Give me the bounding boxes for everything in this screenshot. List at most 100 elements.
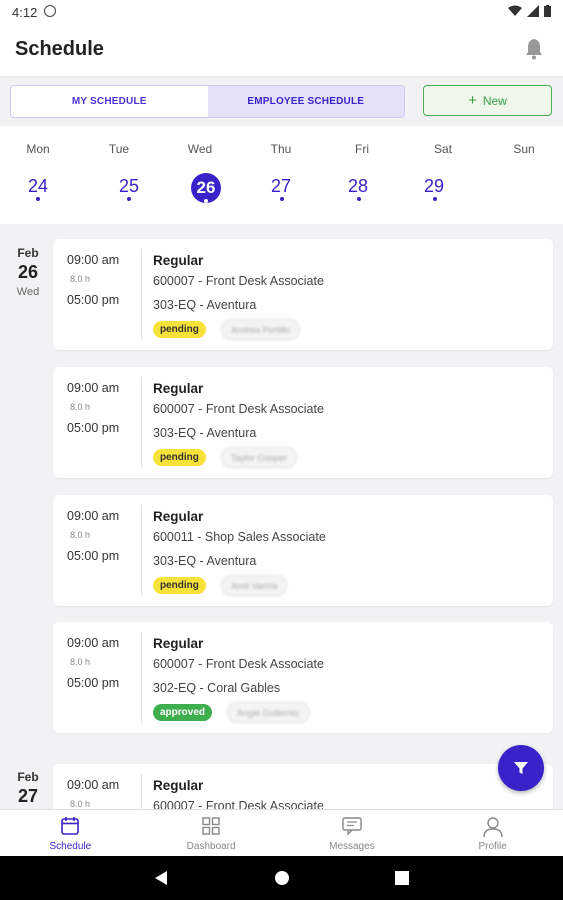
day-name: Mon bbox=[26, 142, 50, 156]
status-indicators bbox=[508, 5, 551, 17]
divider bbox=[141, 505, 142, 596]
calendar-icon bbox=[61, 817, 80, 835]
assignee-chip: Angie Gutierrez bbox=[227, 702, 310, 723]
shift-duration: 8.0 h bbox=[70, 657, 91, 667]
status-badge: pending bbox=[153, 449, 206, 466]
shift-location: 303-EQ - Aventura bbox=[153, 554, 257, 568]
shift-duration: 8.0 h bbox=[70, 274, 91, 284]
wifi-icon bbox=[508, 5, 522, 16]
schedule-tabs: MY SCHEDULE EMPLOYEE SCHEDULE bbox=[10, 85, 405, 118]
shift-type: Regular bbox=[153, 253, 204, 268]
home-icon[interactable] bbox=[274, 870, 290, 886]
shift-end-time: 05:00 pm bbox=[67, 549, 120, 563]
day-number: 29 bbox=[423, 176, 445, 196]
nav-label: Messages bbox=[329, 841, 375, 852]
shift-duration: 8.0 h bbox=[70, 402, 91, 412]
nav-dashboard[interactable]: Dashboard bbox=[141, 810, 282, 857]
shift-list[interactable]: Feb 26 Wed 09:00 am 8.0 h 05:00 pm Regul… bbox=[0, 224, 563, 809]
shift-position: 600007 - Front Desk Associate bbox=[153, 402, 324, 416]
nav-messages[interactable]: Messages bbox=[282, 810, 423, 857]
shift-position: 600007 - Front Desk Associate bbox=[153, 799, 324, 809]
day-event-dot bbox=[280, 197, 284, 201]
shift-type: Regular bbox=[153, 778, 204, 793]
new-button-label: New bbox=[482, 93, 507, 108]
day-name: Tue bbox=[108, 142, 130, 156]
status-badge: pending bbox=[153, 577, 206, 594]
recents-icon[interactable] bbox=[395, 871, 409, 885]
shift-type: Regular bbox=[153, 381, 204, 396]
date-group-header: Feb 26 Wed bbox=[8, 246, 48, 298]
date-day: 26 bbox=[17, 262, 39, 282]
system-nav-bar bbox=[0, 856, 563, 900]
shift-end-time: 05:00 pm bbox=[67, 421, 120, 435]
date-month: Feb bbox=[17, 770, 39, 784]
day-event-dot bbox=[357, 197, 361, 201]
bell-icon[interactable] bbox=[524, 38, 544, 60]
page-title: Schedule bbox=[15, 38, 104, 60]
shift-card[interactable]: 09:00 am 8.0 h 05:00 pm Regular 600007 -… bbox=[53, 367, 553, 478]
shift-start-time: 09:00 am bbox=[67, 509, 120, 523]
shift-duration: 8.0 h bbox=[70, 530, 91, 540]
week-strip: Mon 24 Tue 25 Wed 26 Thu 27 Fri 28 Sat 2… bbox=[0, 126, 563, 340]
signal-icon bbox=[527, 5, 539, 17]
tab-my-schedule[interactable]: MY SCHEDULE bbox=[11, 86, 208, 117]
nav-profile[interactable]: Profile bbox=[422, 810, 563, 857]
shift-location: 302-EQ - Coral Gables bbox=[153, 681, 281, 695]
shift-start-time: 09:00 am bbox=[67, 253, 120, 267]
divider bbox=[141, 774, 142, 809]
shift-location: 303-EQ - Aventura bbox=[153, 298, 257, 312]
date-month: Feb bbox=[17, 246, 39, 260]
day-event-dot bbox=[433, 197, 437, 201]
assignee-chip: Amit Varma bbox=[221, 575, 288, 596]
app-header: Schedule bbox=[0, 24, 563, 76]
day-name: Sat bbox=[433, 142, 452, 156]
day-name: Sun bbox=[513, 142, 535, 156]
divider bbox=[141, 632, 142, 723]
nav-label: Schedule bbox=[49, 841, 92, 852]
shift-type: Regular bbox=[153, 636, 204, 651]
bottom-nav: Schedule Dashboard Messages Profile bbox=[0, 809, 563, 857]
shift-duration: 8.0 h bbox=[70, 799, 91, 809]
filter-button[interactable] bbox=[498, 745, 544, 791]
assignee-chip: Taylor Cooper bbox=[221, 447, 298, 468]
dashboard-icon bbox=[202, 817, 220, 835]
shift-position: 600007 - Front Desk Associate bbox=[153, 274, 324, 288]
date-group-header: Feb 27 bbox=[8, 770, 48, 807]
day-number: 27 bbox=[270, 176, 292, 196]
assignee-chip: Andrea Portillo bbox=[221, 319, 301, 340]
day-number: 24 bbox=[27, 176, 49, 196]
app-notification-icon bbox=[44, 5, 56, 17]
day-number: 28 bbox=[347, 176, 369, 196]
day-event-dot bbox=[36, 197, 40, 201]
shift-start-time: 09:00 am bbox=[67, 636, 120, 650]
shift-location: 303-EQ - Aventura bbox=[153, 426, 257, 440]
day-event-dot bbox=[127, 197, 131, 201]
shift-start-time: 09:00 am bbox=[67, 778, 120, 792]
shift-card[interactable]: 09:00 am 8.0 h Regular 600007 - Front De… bbox=[53, 764, 553, 809]
nav-label: Dashboard bbox=[186, 841, 236, 852]
shift-type: Regular bbox=[153, 509, 204, 524]
nav-schedule[interactable]: Schedule bbox=[0, 810, 141, 857]
tab-employee-schedule[interactable]: EMPLOYEE SCHEDULE bbox=[207, 86, 404, 117]
date-day: 27 bbox=[17, 786, 39, 806]
status-badge: pending bbox=[153, 321, 206, 338]
shift-end-time: 05:00 pm bbox=[67, 293, 120, 307]
status-badge: approved bbox=[153, 704, 213, 721]
day-name: Thu bbox=[270, 142, 292, 156]
new-button[interactable]: + New bbox=[423, 85, 552, 116]
shift-card[interactable]: 09:00 am 8.0 h 05:00 pm Regular 600011 -… bbox=[53, 495, 553, 606]
day-name: Wed bbox=[187, 142, 213, 156]
filter-icon bbox=[514, 762, 528, 774]
shift-position: 600007 - Front Desk Associate bbox=[153, 657, 324, 671]
messages-icon bbox=[342, 817, 362, 836]
back-icon[interactable] bbox=[153, 870, 169, 886]
shift-position: 600011 - Shop Sales Associate bbox=[153, 530, 326, 544]
battery-icon bbox=[544, 5, 551, 17]
day-number: 25 bbox=[118, 176, 140, 196]
profile-icon bbox=[482, 817, 503, 838]
shift-start-time: 09:00 am bbox=[67, 381, 120, 395]
shift-end-time: 05:00 pm bbox=[67, 676, 120, 690]
shift-card[interactable]: 09:00 am 8.0 h 05:00 pm Regular 600007 -… bbox=[53, 239, 553, 350]
status-time: 4:12 bbox=[12, 5, 38, 20]
shift-card[interactable]: 09:00 am 8.0 h 05:00 pm Regular 600007 -… bbox=[53, 622, 553, 733]
